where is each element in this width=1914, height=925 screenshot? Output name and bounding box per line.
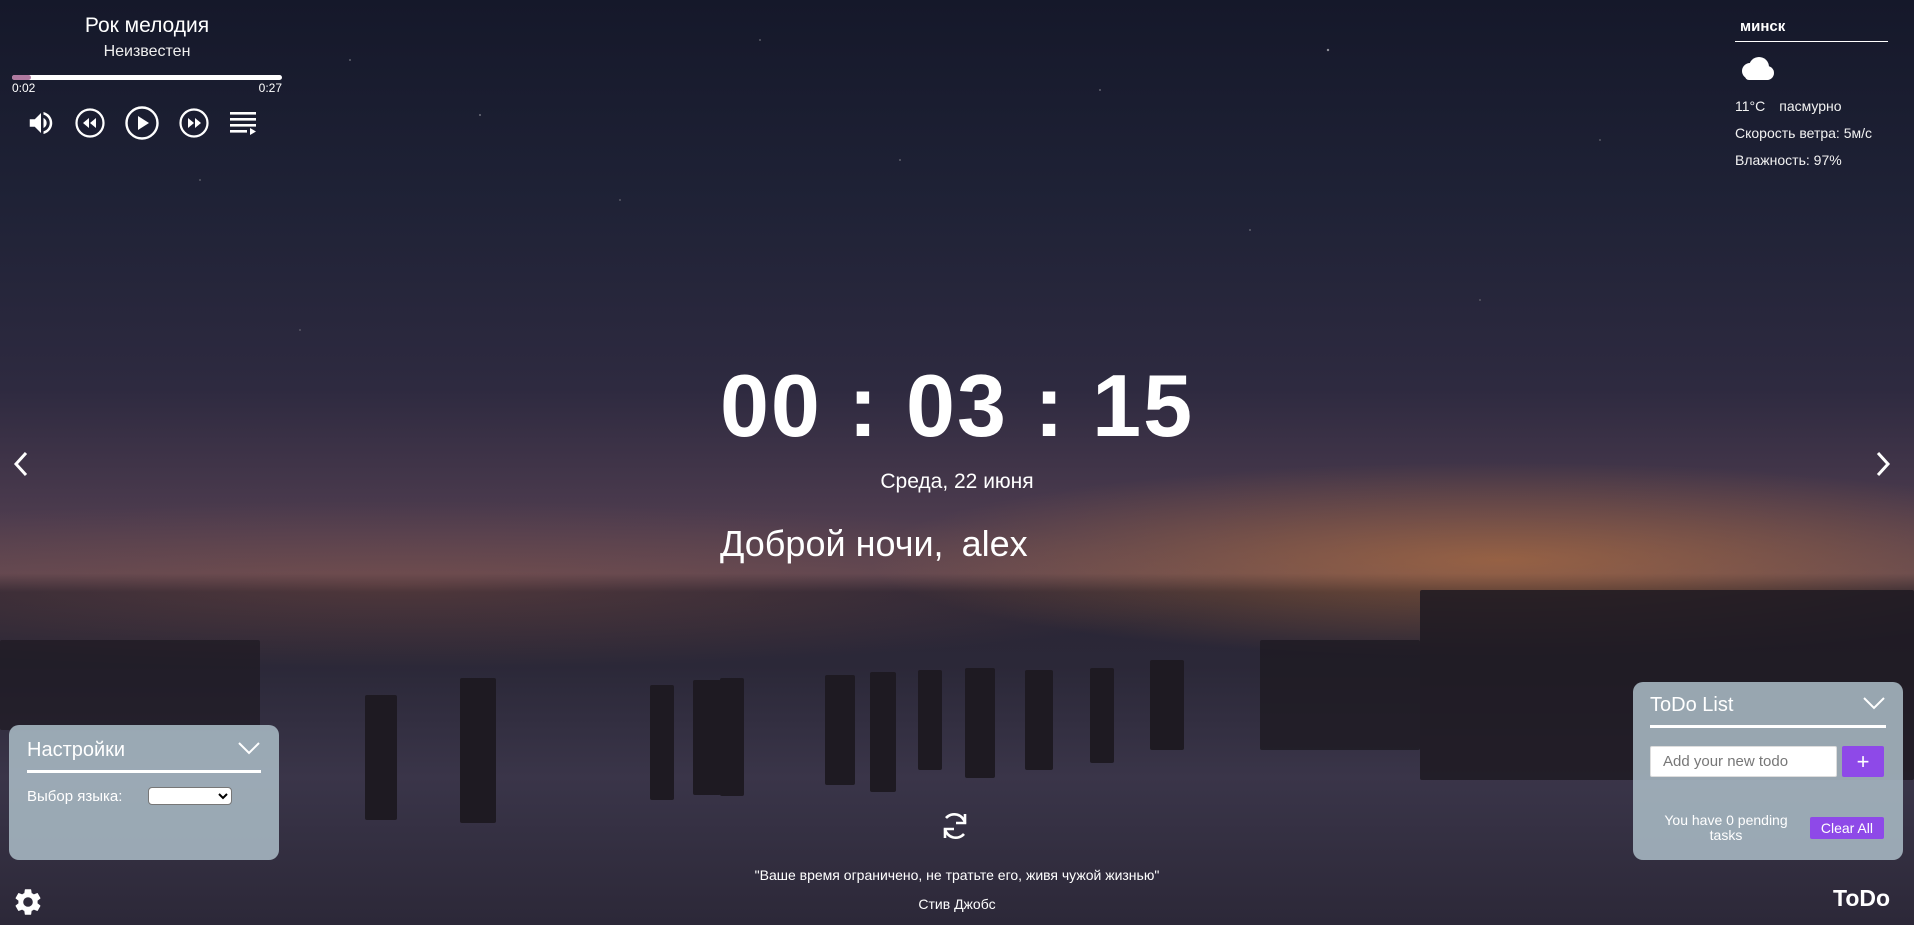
weather-wind: Скорость ветра: 5м/с	[1735, 125, 1873, 141]
rewind-icon[interactable]	[74, 107, 106, 139]
quote-text: "Ваше время ограничено, не тратьте его, …	[754, 867, 1160, 883]
weather-temperature: 11°C	[1735, 98, 1766, 114]
settings-title: Настройки	[27, 739, 126, 761]
song-artist: Неизвестен	[103, 43, 191, 60]
pending-count: You have 0 pending tasks	[1664, 812, 1788, 843]
gear-icon[interactable]	[12, 886, 44, 923]
greeting: Доброй ночи,	[720, 523, 1262, 565]
language-row: Выбор языка:	[27, 787, 261, 805]
song-title: Рок мелодия	[84, 14, 210, 37]
language-select[interactable]	[148, 787, 233, 805]
refresh-quote-icon[interactable]	[938, 809, 972, 848]
weather-description: пасмурно	[1779, 98, 1842, 114]
language-label: Выбор языка:	[27, 787, 123, 805]
audio-player: Рок мелодия Неизвестен 0:02 0:27	[12, 12, 282, 141]
todo-panel: ToDo List + You have 0 pending tasks Cle…	[1633, 682, 1903, 860]
todo-input-row: +	[1650, 746, 1886, 777]
duration: 0:27	[258, 81, 282, 95]
progress-fill	[12, 75, 31, 80]
weather-city[interactable]: минск	[1735, 16, 1888, 42]
fast-forward-icon[interactable]	[178, 107, 210, 139]
greeting-text: Доброй ночи,	[720, 523, 944, 564]
volume-icon[interactable]	[26, 108, 56, 138]
play-icon[interactable]	[124, 105, 160, 141]
weather-temp-line: 11°C пасмурно	[1735, 98, 1888, 114]
todo-title: ToDo List	[1650, 694, 1734, 716]
chevron-down-icon[interactable]	[1862, 696, 1886, 715]
todo-header[interactable]: ToDo List	[1650, 694, 1886, 728]
clear-all-button[interactable]: Clear All	[1809, 817, 1884, 839]
chevron-down-icon[interactable]	[237, 741, 261, 760]
name-input[interactable]	[961, 523, 1262, 565]
time-readout: 0:02 0:27	[12, 81, 282, 95]
todo-footer: You have 0 pending tasks Clear All	[1650, 813, 1886, 843]
settings-header[interactable]: Настройки	[27, 739, 261, 773]
player-controls	[2, 105, 282, 141]
settings-panel: Настройки Выбор языка:	[9, 725, 279, 860]
clock-time: 00 : 03 : 15	[719, 356, 1195, 455]
todo-input[interactable]	[1650, 746, 1837, 777]
current-time: 0:02	[12, 81, 36, 95]
weather-humidity: Влажность: 97%	[1735, 152, 1842, 168]
quote-author: Стив Джобс	[918, 896, 996, 912]
add-todo-button[interactable]: +	[1842, 746, 1884, 777]
todo-toggle-button[interactable]: ToDo	[1833, 885, 1890, 912]
cloud-icon	[1737, 56, 1888, 87]
progress-bar[interactable]	[12, 75, 282, 80]
playlist-icon[interactable]	[228, 108, 258, 138]
clock-date: Среда, 22 июня	[880, 470, 1034, 493]
weather-widget: минск 11°C пасмурно Скорость ветра: 5м/с …	[1735, 16, 1888, 168]
